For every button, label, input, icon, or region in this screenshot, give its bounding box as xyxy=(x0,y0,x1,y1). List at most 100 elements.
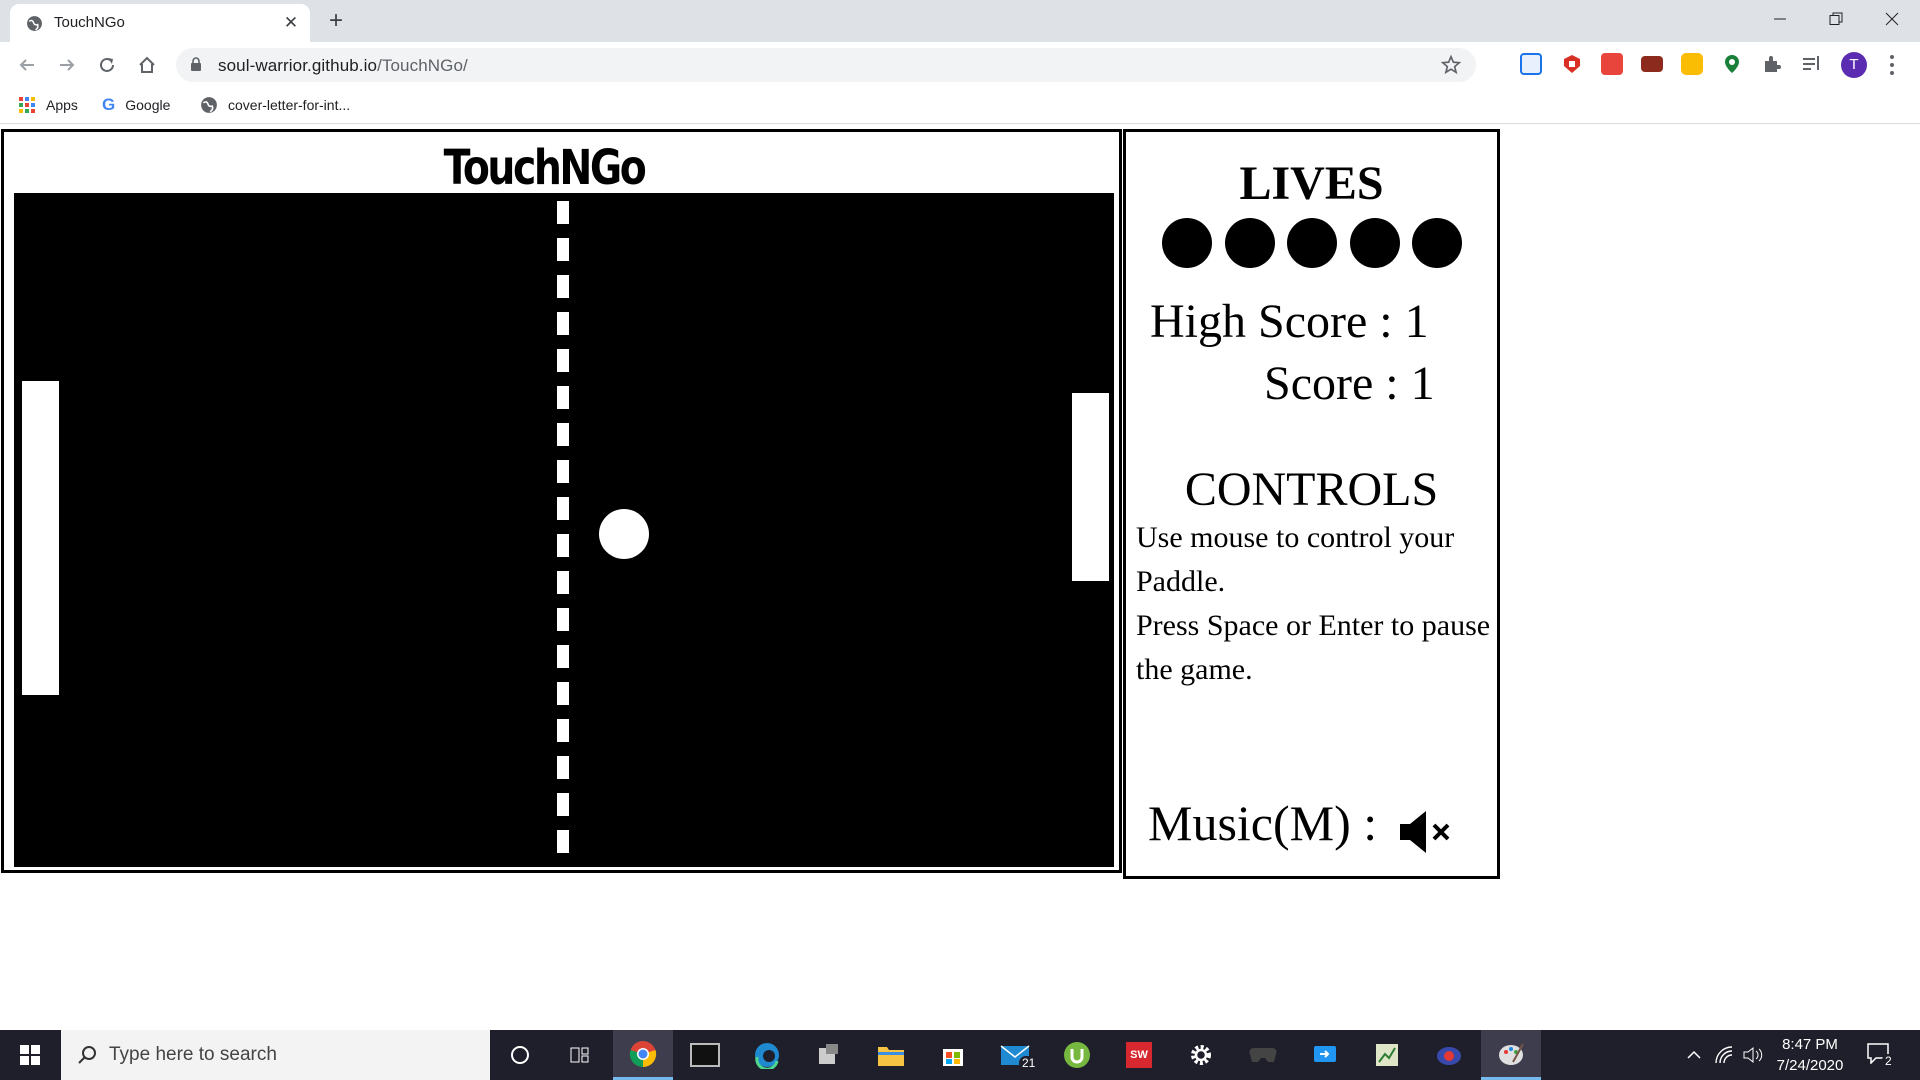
bookmark-label: Apps xyxy=(46,97,78,113)
taskbar-game[interactable] xyxy=(1233,1030,1293,1080)
restore-button[interactable] xyxy=(1808,0,1864,38)
extension-cast-icon[interactable] xyxy=(1520,53,1542,75)
life-dot xyxy=(1349,218,1400,268)
home-button[interactable] xyxy=(132,50,162,80)
apps-grid-icon xyxy=(19,97,35,113)
music-label: Music(M) : xyxy=(1148,795,1378,851)
forward-arrow-icon xyxy=(60,59,75,71)
extension-shield-icon[interactable] xyxy=(1561,53,1583,75)
life-dot xyxy=(1224,218,1275,268)
taskbar-store[interactable] xyxy=(923,1030,983,1080)
browser-tabstrip: TouchNGo ✕ + xyxy=(0,0,1920,42)
back-button[interactable] xyxy=(12,50,42,80)
lock-icon xyxy=(191,57,201,71)
score: Score : 1 xyxy=(1264,357,1435,410)
close-window-button[interactable] xyxy=(1864,0,1920,38)
computer-paddle xyxy=(1072,393,1109,581)
url-host: soul-warrior.github.io xyxy=(218,56,378,75)
tab-title: TouchNGo xyxy=(54,14,125,31)
taskbar-utorrent[interactable] xyxy=(1047,1030,1107,1080)
reload-button[interactable] xyxy=(92,50,122,80)
browser-tab[interactable]: TouchNGo ✕ xyxy=(10,4,310,42)
folder-icon xyxy=(878,1047,904,1066)
taskbar-app-installer[interactable] xyxy=(799,1030,859,1080)
taskbar-mail[interactable]: 21 xyxy=(985,1030,1045,1080)
extension-yellow-icon[interactable] xyxy=(1681,53,1703,75)
start-button[interactable] xyxy=(0,1030,60,1080)
action-center-button[interactable]: 2 xyxy=(1866,1042,1896,1070)
game-court[interactable] xyxy=(14,193,1114,867)
extensions-puzzle-icon[interactable] xyxy=(1761,53,1783,75)
minimize-button[interactable] xyxy=(1752,0,1808,38)
media-queue-icon[interactable] xyxy=(1801,53,1823,75)
taskbar-terminal[interactable] xyxy=(675,1030,735,1080)
globe-favicon-icon xyxy=(27,16,42,31)
bookmarks-bar: Apps G Google cover-letter-for-int... xyxy=(0,87,1920,124)
edge-icon xyxy=(755,1043,779,1069)
side-panel: LIVES High Score : 1 Score : 1 CONTROLS … xyxy=(1123,129,1500,879)
utorrent-icon xyxy=(1064,1042,1090,1068)
search-icon xyxy=(78,1046,96,1064)
gear-icon xyxy=(1191,1045,1211,1065)
controls-line-pause: Press Space or Enter to pause the game. xyxy=(1136,609,1491,686)
browser-toolbar: soul-warrior.github.io/TouchNGo/ T xyxy=(0,42,1920,87)
store-icon xyxy=(943,1049,963,1066)
extension-sql-icon[interactable] xyxy=(1601,53,1623,75)
home-icon xyxy=(139,56,155,73)
controls-instructions: Use mouse to control your Paddle. Press … xyxy=(1136,516,1491,692)
back-arrow-icon xyxy=(19,59,34,71)
taskbar-red-app[interactable] xyxy=(1419,1030,1479,1080)
taskbar-settings[interactable] xyxy=(1171,1030,1231,1080)
cortana-button[interactable] xyxy=(490,1030,550,1080)
taskbar-solidworks[interactable]: SW xyxy=(1109,1030,1169,1080)
taskbar-edge[interactable] xyxy=(737,1030,797,1080)
forward-button[interactable] xyxy=(52,50,82,80)
speaker-muted-icon[interactable] xyxy=(1398,807,1454,857)
taskbar-clock[interactable]: 8:47 PM 7/24/2020 xyxy=(1760,1034,1860,1076)
taskbar-chart-app[interactable] xyxy=(1357,1030,1417,1080)
extension-location-icon[interactable] xyxy=(1721,53,1743,75)
url-text: soul-warrior.github.io/TouchNGo/ xyxy=(218,56,468,76)
high-score: High Score : 1 xyxy=(1150,295,1429,348)
extension-sol-icon[interactable] xyxy=(1641,56,1663,72)
center-net xyxy=(557,201,569,861)
taskbar-chrome[interactable] xyxy=(613,1030,673,1080)
controls-line-mouse: Use mouse to control your Paddle. xyxy=(1136,521,1455,598)
globe-icon xyxy=(201,97,217,113)
terminal-icon xyxy=(690,1043,720,1067)
life-dot xyxy=(1162,218,1212,268)
chrome-icon xyxy=(629,1040,657,1067)
cortana-icon xyxy=(511,1046,529,1064)
bookmark-cover-letter[interactable]: cover-letter-for-int... xyxy=(200,95,350,115)
windows-logo-icon xyxy=(20,1045,40,1065)
life-dot xyxy=(1287,218,1337,268)
bookmark-google[interactable]: G Google xyxy=(102,95,170,115)
bookmark-star-icon[interactable] xyxy=(1440,54,1462,76)
player-paddle[interactable] xyxy=(22,381,59,695)
task-view-button[interactable] xyxy=(550,1030,610,1080)
google-icon: G xyxy=(102,95,116,114)
browser-menu-icon[interactable] xyxy=(1884,52,1900,78)
search-placeholder: Type here to search xyxy=(109,1044,277,1065)
tab-close-icon[interactable]: ✕ xyxy=(280,12,302,34)
taskbar-cast-app[interactable] xyxy=(1295,1030,1355,1080)
spreadsheet-icon xyxy=(1376,1044,1398,1066)
bookmark-apps[interactable]: Apps xyxy=(18,95,78,115)
taskbar-file-explorer[interactable] xyxy=(861,1030,921,1080)
solidworks-icon: SW xyxy=(1126,1042,1152,1068)
bookmark-label: Google xyxy=(125,97,171,113)
show-hidden-icons-chevron-icon[interactable] xyxy=(1686,1047,1702,1063)
task-view-icon xyxy=(570,1047,589,1063)
taskbar-search[interactable]: Type here to search xyxy=(61,1030,490,1080)
new-tab-button[interactable]: + xyxy=(322,7,350,35)
paint-icon xyxy=(1499,1043,1524,1065)
windows-taskbar: Type here to search 21 SW 8:47 PM 7/24/2… xyxy=(0,1030,1920,1080)
mail-badge: 21 xyxy=(1019,1056,1039,1070)
address-bar[interactable]: soul-warrior.github.io/TouchNGo/ xyxy=(176,48,1476,82)
profile-avatar[interactable]: T xyxy=(1841,52,1867,78)
wifi-icon[interactable] xyxy=(1714,1045,1734,1065)
cast-app-icon xyxy=(1314,1046,1336,1062)
notification-badge: 2 xyxy=(1882,1054,1895,1068)
game-container: TouchNGo xyxy=(1,129,1122,873)
taskbar-paint[interactable] xyxy=(1481,1030,1541,1080)
